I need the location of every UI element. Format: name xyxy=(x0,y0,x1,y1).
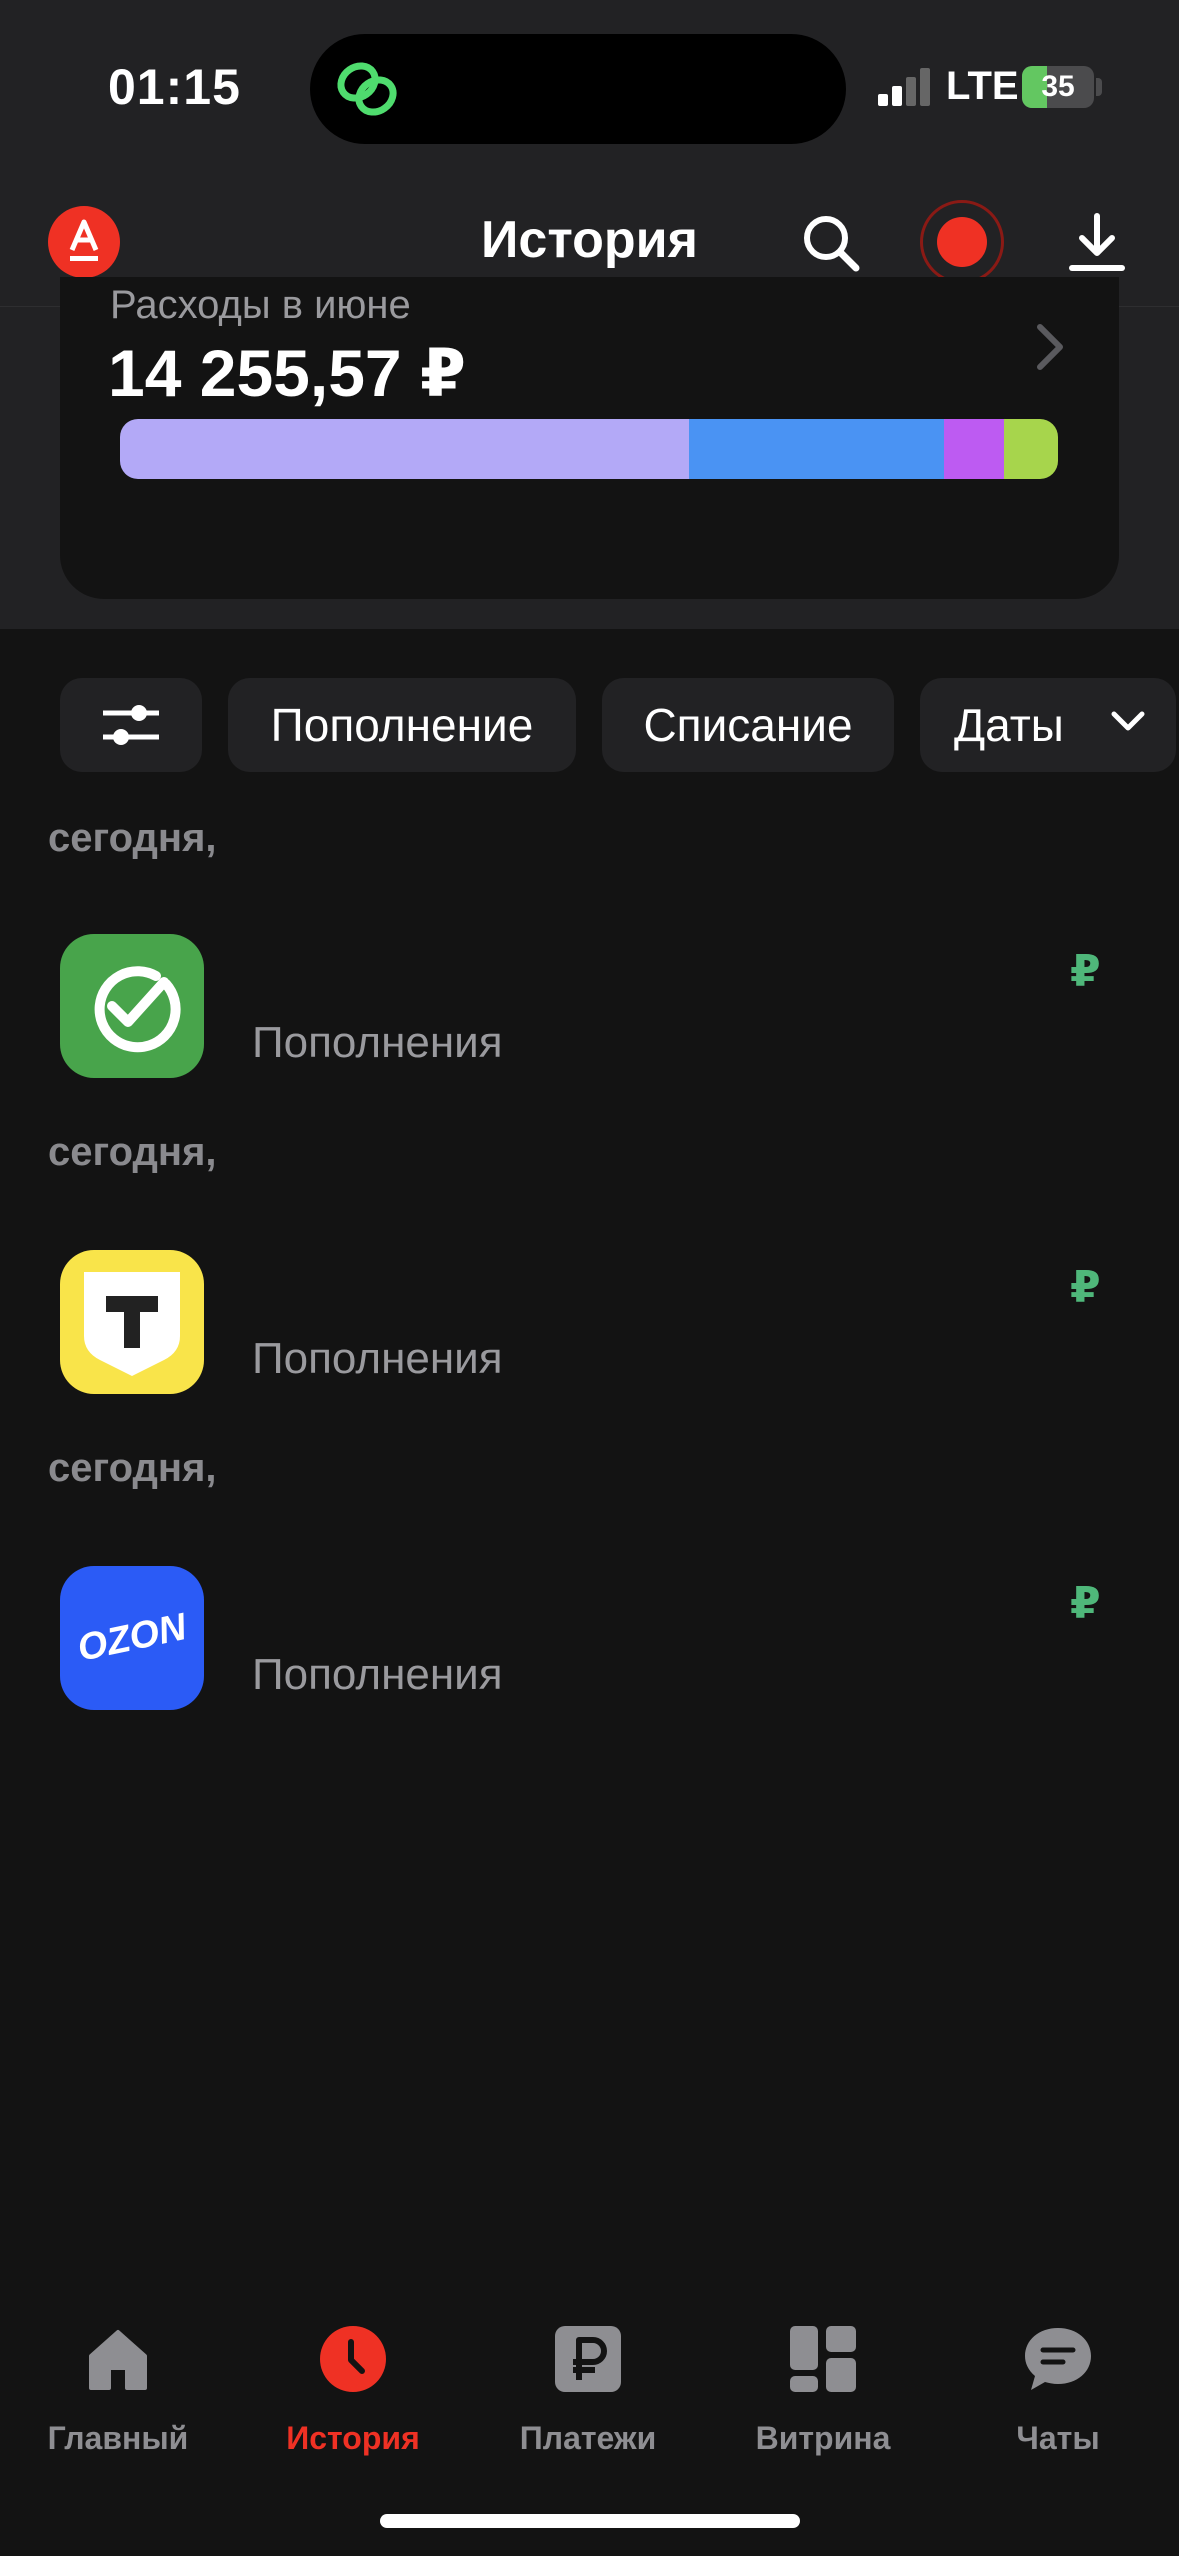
status-time: 01:15 xyxy=(108,59,241,115)
status-bar: 01:15 LTE 35 xyxy=(0,0,1179,180)
tab-label: Платежи xyxy=(519,2420,657,2456)
spending-segment xyxy=(1003,419,1058,479)
grid-icon xyxy=(790,2326,856,2392)
date-header: сегодня, xyxy=(48,1130,217,1174)
filter-chip-dates-label: Даты xyxy=(954,699,1064,751)
chevron-right-icon xyxy=(1037,324,1063,370)
transaction-category: Пополнения xyxy=(252,1018,503,1067)
ruble-icon xyxy=(555,2326,621,2392)
sliders-icon xyxy=(103,705,159,745)
spending-breakdown-bar xyxy=(120,419,1058,479)
date-header: сегодня, xyxy=(48,1446,217,1490)
home-icon xyxy=(89,2330,147,2390)
transaction-category: Пополнения xyxy=(252,1650,503,1699)
battery-level: 35 xyxy=(1041,70,1075,103)
record-button[interactable] xyxy=(920,200,1004,284)
tab-history[interactable]: История xyxy=(243,2300,463,2460)
chat-icon xyxy=(1025,2328,1091,2390)
spending-segment xyxy=(689,419,945,479)
transaction-amount: ₽ xyxy=(1070,1579,1101,1628)
search-icon[interactable] xyxy=(796,208,866,278)
filter-chip-dates[interactable]: Даты xyxy=(920,678,1176,772)
tab-label: Главный xyxy=(47,2420,189,2456)
tab-label: История xyxy=(286,2420,420,2456)
download-icon[interactable] xyxy=(1062,208,1132,278)
spending-card[interactable]: Расходы в июне 14 255,57 ₽ xyxy=(60,277,1119,599)
filter-chip-expense[interactable]: Списание xyxy=(602,678,894,772)
dynamic-island xyxy=(310,34,846,144)
tab-chats[interactable]: Чаты xyxy=(948,2300,1168,2460)
clock-icon xyxy=(320,2326,386,2392)
spending-label: Расходы в июне xyxy=(110,283,411,327)
chevron-down-icon xyxy=(1111,711,1145,731)
tab-payments[interactable]: Платежи xyxy=(478,2300,698,2460)
spending-segment xyxy=(944,419,1004,479)
home-indicator xyxy=(380,2514,800,2528)
tab-label: Витрина xyxy=(755,2420,891,2456)
filter-chip-income[interactable]: Пополнение xyxy=(228,678,576,772)
record-dot-icon xyxy=(937,217,987,267)
transaction-amount: ₽ xyxy=(1070,1263,1101,1312)
tab-label: Чаты xyxy=(1016,2420,1100,2456)
filter-settings-button[interactable] xyxy=(60,678,202,772)
network-type: LTE xyxy=(946,64,1019,108)
transaction-category: Пополнения xyxy=(252,1334,503,1383)
link-activity-icon xyxy=(337,62,397,116)
signal-icon xyxy=(878,66,934,106)
tab-showcase[interactable]: Витрина xyxy=(713,2300,933,2460)
ozon-logo: OZON xyxy=(60,1566,204,1710)
battery-icon: 35 xyxy=(1022,66,1094,108)
sber-check-icon xyxy=(60,934,204,1078)
date-header: сегодня, xyxy=(48,816,217,860)
tab-home[interactable]: Главный xyxy=(8,2300,228,2460)
battery-cap xyxy=(1096,78,1102,96)
transaction-amount: ₽ xyxy=(1070,947,1101,996)
tbank-shield-icon xyxy=(60,1250,204,1394)
ozon-logo-text: OZON xyxy=(74,1606,192,1670)
summary-section: Расходы в июне 14 255,57 ₽ xyxy=(0,277,1179,629)
spending-segment xyxy=(120,419,690,479)
spending-amount: 14 255,57 ₽ xyxy=(108,336,466,410)
